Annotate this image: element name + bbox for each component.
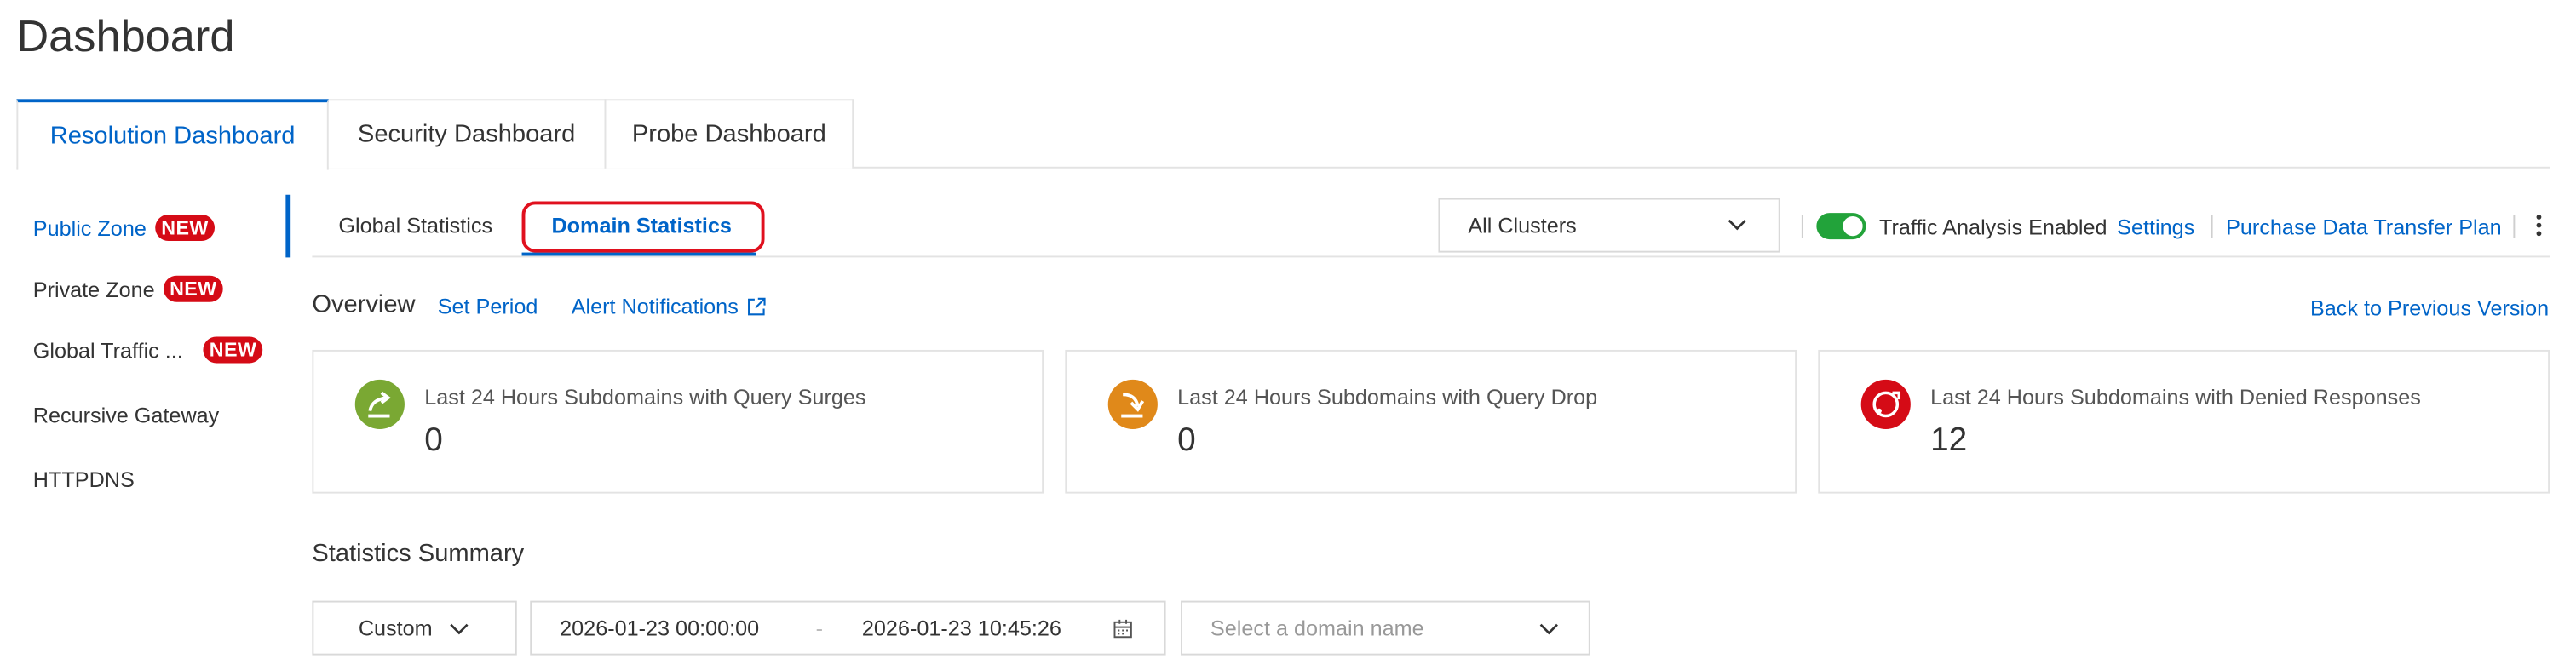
subtab-divider xyxy=(312,255,2550,258)
new-badge: NEW xyxy=(163,275,224,302)
sidebar: Public Zone NEW Private Zone NEW Global … xyxy=(0,194,291,659)
app-root: Dashboard Resolution Dashboard Security … xyxy=(0,0,2576,659)
date-range-picker[interactable]: 2026-01-23 00:00:00 - 2026-01-23 10:45:2… xyxy=(530,600,1166,656)
tab-security-dashboard[interactable]: Security Dashboard xyxy=(328,99,607,169)
active-subtab-underline xyxy=(521,252,756,256)
period-select[interactable]: Custom xyxy=(312,600,517,656)
page-title: Dashboard xyxy=(16,11,235,61)
sidebar-item-private-zone[interactable]: Private Zone NEW xyxy=(32,275,224,302)
card-label: Last 24 Hours Subdomains with Denied Res… xyxy=(1930,384,2421,410)
cluster-select[interactable]: All Clusters xyxy=(1438,198,1780,253)
sidebar-item-label: HTTPDNS xyxy=(32,467,135,492)
alert-notifications-label: Alert Notifications xyxy=(571,294,739,319)
new-badge: NEW xyxy=(154,215,216,242)
external-link-icon xyxy=(748,296,766,315)
set-period-link[interactable]: Set Period xyxy=(438,294,538,318)
sidebar-item-label: Public Zone xyxy=(32,215,147,241)
card-label: Last 24 Hours Subdomains with Query Surg… xyxy=(424,384,866,410)
overview-title: Overview xyxy=(312,290,416,319)
sidebar-item-recursive-gateway[interactable]: Recursive Gateway xyxy=(33,403,220,427)
tab-probe-dashboard[interactable]: Probe Dashboard xyxy=(604,99,854,169)
calendar-icon xyxy=(1113,619,1132,639)
statistics-summary-title: Statistics Summary xyxy=(312,539,525,568)
card-value: 0 xyxy=(424,422,443,459)
new-badge: NEW xyxy=(203,336,264,364)
back-to-previous-version-link[interactable]: Back to Previous Version xyxy=(2310,295,2549,320)
chevron-down-icon xyxy=(450,622,469,634)
alert-notifications-link[interactable]: Alert Notifications xyxy=(572,294,767,318)
chevron-down-icon xyxy=(1539,623,1558,635)
start-date-input[interactable]: 2026-01-23 00:00:00 xyxy=(560,616,759,640)
sidebar-item-label: Private Zone xyxy=(32,276,155,301)
query-drop-icon xyxy=(1107,379,1158,430)
cluster-select-value: All Clusters xyxy=(1468,213,1577,238)
domain-select-placeholder: Select a domain name xyxy=(1210,616,1424,641)
sidebar-active-indicator xyxy=(285,194,291,258)
sidebar-item-global-traffic[interactable]: Global Traffic ... NEW xyxy=(32,336,264,364)
date-separator: - xyxy=(815,616,824,641)
card-value: 0 xyxy=(1177,422,1196,459)
denied-responses-card: Last 24 Hours Subdomains with Denied Res… xyxy=(1818,349,2550,494)
highlight-annotation xyxy=(521,201,765,253)
divider xyxy=(2513,215,2516,238)
period-select-value: Custom xyxy=(358,616,433,641)
toggle-knob xyxy=(1843,215,1863,237)
sidebar-item-label: Global Traffic ... xyxy=(32,337,183,363)
sidebar-item-httpdns[interactable]: HTTPDNS xyxy=(33,467,135,492)
traffic-analysis-toggle[interactable] xyxy=(1816,213,1866,240)
tab-resolution-dashboard[interactable]: Resolution Dashboard xyxy=(16,99,329,170)
card-value: 12 xyxy=(1930,422,1968,459)
purchase-data-transfer-plan-link[interactable]: Purchase Data Transfer Plan xyxy=(2226,215,2502,239)
sidebar-item-public-zone[interactable]: Public Zone NEW xyxy=(32,215,216,242)
traffic-analysis-label: Traffic Analysis Enabled xyxy=(1879,215,2107,240)
top-tab-bar: Resolution Dashboard Security Dashboard … xyxy=(16,99,2550,170)
query-surges-card: Last 24 Hours Subdomains with Query Surg… xyxy=(312,349,1044,494)
divider xyxy=(1801,215,1803,238)
more-options-icon[interactable] xyxy=(2532,213,2545,239)
chevron-down-icon xyxy=(1728,219,1746,231)
tab-global-statistics[interactable]: Global Statistics xyxy=(338,213,492,238)
query-drop-card: Last 24 Hours Subdomains with Query Drop… xyxy=(1065,349,1797,494)
domain-name-select[interactable]: Select a domain name xyxy=(1181,600,1590,656)
query-surge-icon xyxy=(354,379,405,430)
denied-response-icon xyxy=(1860,379,1911,430)
settings-link[interactable]: Settings xyxy=(2117,215,2194,239)
divider xyxy=(2211,215,2213,238)
sidebar-item-label: Recursive Gateway xyxy=(32,402,220,428)
end-date-input[interactable]: 2026-01-23 10:45:26 xyxy=(862,616,1061,640)
card-label: Last 24 Hours Subdomains with Query Drop xyxy=(1177,384,1598,410)
